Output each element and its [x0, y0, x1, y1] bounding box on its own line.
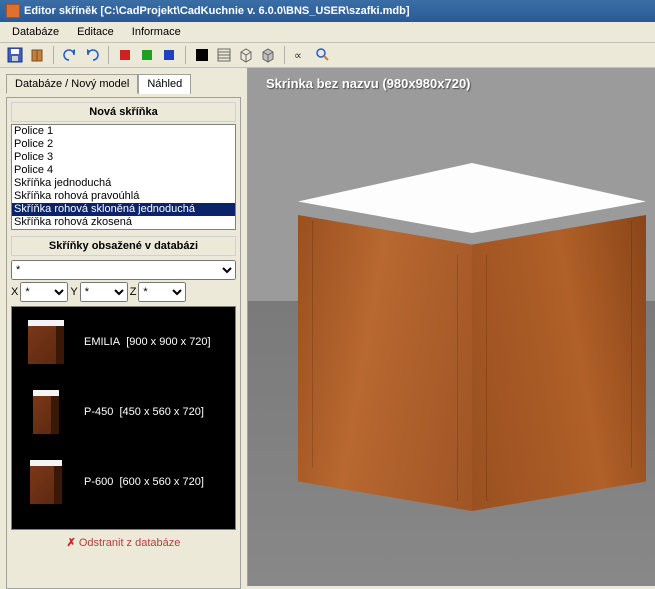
color-black-icon[interactable]	[193, 46, 211, 64]
color-red-icon[interactable]	[116, 46, 134, 64]
y-label: Y	[70, 286, 77, 298]
z-label: Z	[130, 286, 137, 298]
thumbnail-image	[16, 381, 76, 443]
new-cabinet-header: Nová skříňka	[11, 102, 236, 122]
left-panel: Databáze / Nový model Náhled Nová skříňk…	[0, 68, 248, 586]
wireframe-icon[interactable]	[215, 46, 233, 64]
list-item[interactable]: Police 4	[12, 164, 235, 177]
thumbnail-label: P-600 [600 x 560 x 720]	[84, 476, 204, 488]
tab-preview[interactable]: Náhled	[138, 74, 191, 94]
list-item[interactable]: Skříňka jednoduchá	[12, 177, 235, 190]
thumbnail-item[interactable]: P-450 [450 x 560 x 720]	[12, 377, 235, 447]
viewport-3d[interactable]: Skrinka bez nazvu (980x980x720)	[248, 68, 655, 586]
redo-icon[interactable]	[83, 46, 101, 64]
menu-edit[interactable]: Editace	[69, 24, 122, 40]
save-icon[interactable]	[6, 46, 24, 64]
menubar: Databáze Editace Informace	[0, 22, 655, 43]
cabinet-icon[interactable]	[28, 46, 46, 64]
menu-info[interactable]: Informace	[124, 24, 189, 40]
svg-text:∝: ∝	[294, 50, 302, 62]
list-item[interactable]: Police 3	[12, 151, 235, 164]
viewport-label: Skrinka bez nazvu (980x980x720)	[266, 76, 471, 91]
window-title: Editor skříněk [C:\CadProjekt\CadKuchnie…	[24, 5, 410, 17]
list-item[interactable]: Police 1	[12, 125, 235, 138]
y-select[interactable]: *	[80, 282, 128, 302]
tab-database-model[interactable]: Databáze / Nový model	[6, 74, 138, 94]
titlebar: Editor skříněk [C:\CadProjekt\CadKuchnie…	[0, 0, 655, 22]
list-item[interactable]: Skříňka rohová zkosená zkrácená	[12, 229, 235, 230]
x-label: X	[11, 286, 18, 298]
menu-database[interactable]: Databáze	[4, 24, 67, 40]
list-item[interactable]: Police 2	[12, 138, 235, 151]
app-icon	[6, 4, 20, 18]
db-cabinets-header: Skříňky obsažené v databázi	[11, 236, 236, 256]
link-icon[interactable]: ∝	[292, 46, 310, 64]
thumbnail-list[interactable]: EMILIA [900 x 900 x 720] P-450 [450 x 56…	[11, 306, 236, 530]
toolbar: ∝	[0, 43, 655, 68]
list-item[interactable]: Skříňka rohová pravoúhlá	[12, 190, 235, 203]
thumbnail-image	[16, 311, 76, 373]
zoom-icon[interactable]	[314, 46, 332, 64]
delete-icon: ✗	[67, 537, 76, 549]
cabinet-3d-model	[298, 163, 646, 521]
filter-select[interactable]: *	[11, 260, 236, 280]
thumbnail-image	[16, 451, 76, 513]
x-select[interactable]: *	[20, 282, 68, 302]
box-shaded-icon[interactable]	[259, 46, 277, 64]
z-select[interactable]: *	[138, 282, 186, 302]
cabinet-type-list[interactable]: Police 1 Police 2 Police 3 Police 4 Skří…	[11, 124, 236, 230]
thumbnail-label: EMILIA [900 x 900 x 720]	[84, 336, 211, 348]
color-green-icon[interactable]	[138, 46, 156, 64]
thumbnail-item[interactable]: P-600 [600 x 560 x 720]	[12, 447, 235, 517]
list-item[interactable]: Skříňka rohová zkosená	[12, 216, 235, 229]
color-blue-icon[interactable]	[160, 46, 178, 64]
remove-from-db-button[interactable]: ✗ Odstranit z databáze	[11, 530, 236, 555]
list-item-selected[interactable]: Skříňka rohová skloněná jednoduchá	[12, 203, 235, 216]
box-icon[interactable]	[237, 46, 255, 64]
thumbnail-item[interactable]: EMILIA [900 x 900 x 720]	[12, 307, 235, 377]
thumbnail-label: P-450 [450 x 560 x 720]	[84, 406, 204, 418]
undo-icon[interactable]	[61, 46, 79, 64]
